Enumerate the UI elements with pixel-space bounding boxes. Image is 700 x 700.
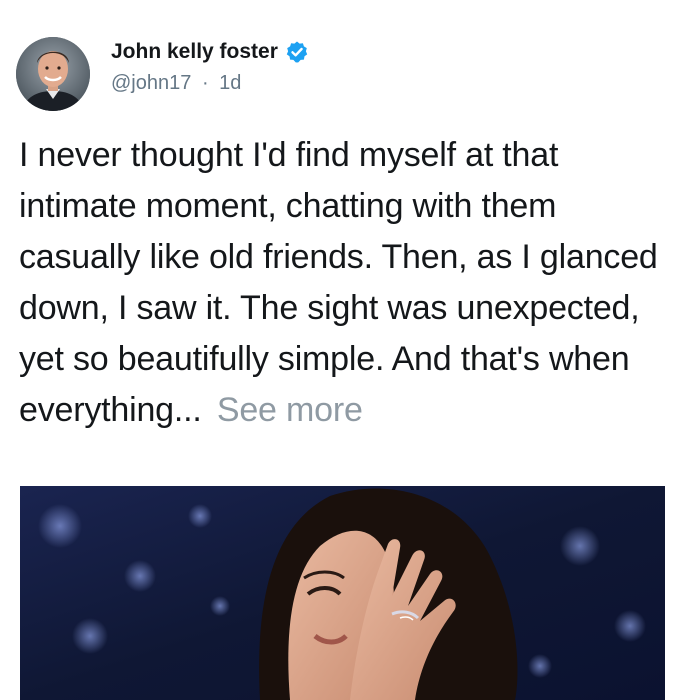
media-photo-image bbox=[20, 486, 665, 700]
meta-separator: · bbox=[201, 72, 209, 94]
author-avatar[interactable] bbox=[16, 37, 90, 111]
tweet-timestamp[interactable]: 1d bbox=[219, 72, 241, 94]
tweet-body: I never thought I'd find myself at that … bbox=[19, 130, 684, 436]
author-meta-row: @john17 · 1d bbox=[111, 72, 241, 95]
author-handle[interactable]: @john17 bbox=[111, 72, 191, 94]
see-more-link[interactable]: See more bbox=[217, 391, 363, 429]
verified-badge-icon bbox=[285, 40, 309, 64]
author-display-name[interactable]: John kelly foster bbox=[111, 40, 278, 64]
tweet-media-photo[interactable] bbox=[20, 486, 665, 700]
author-name-row: John kelly foster bbox=[111, 40, 309, 64]
avatar-photo-icon bbox=[16, 37, 90, 111]
tweet-text: I never thought I'd find myself at that … bbox=[19, 136, 658, 429]
